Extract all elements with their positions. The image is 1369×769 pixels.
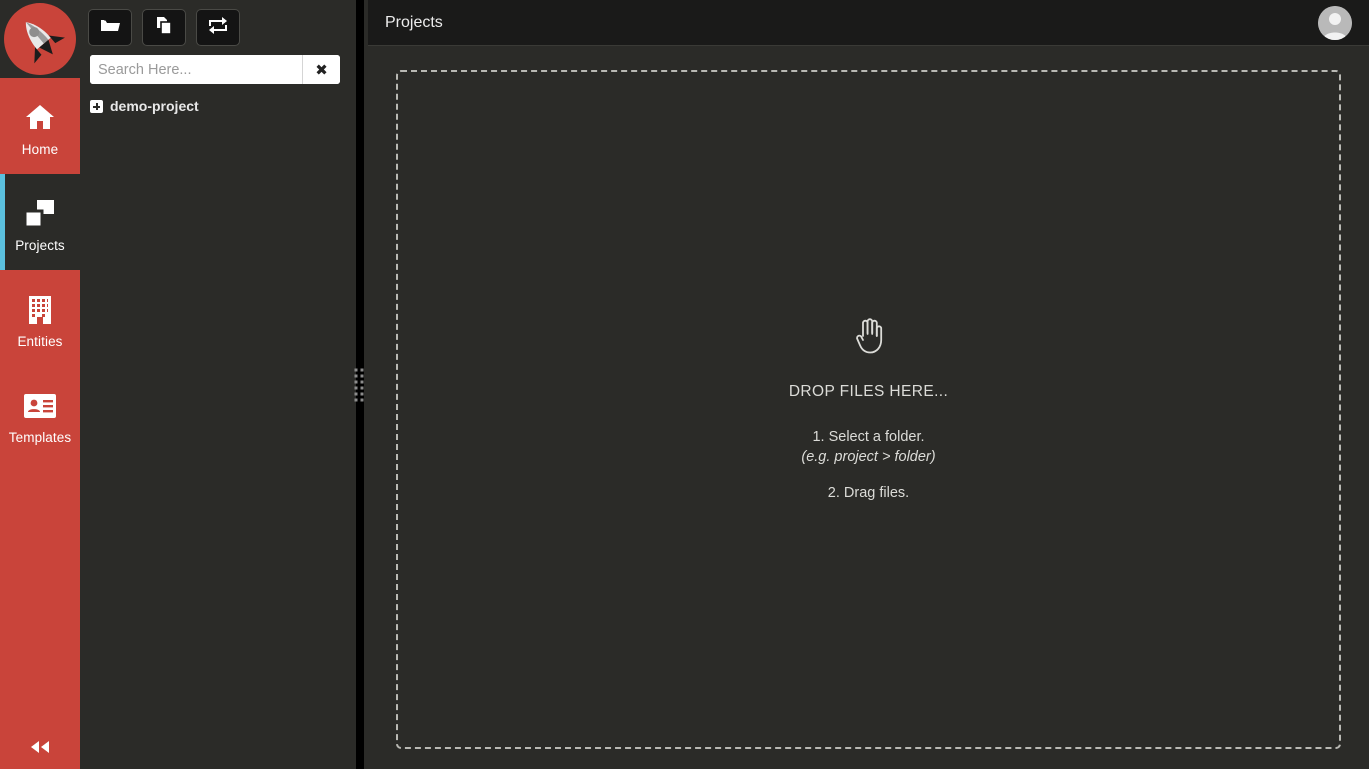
top-header-bar: Projects: [368, 0, 1369, 46]
project-tree: demo-project: [80, 84, 350, 769]
avatar[interactable]: [1318, 5, 1352, 40]
project-tree-panel: ✖ demo-project: [80, 0, 350, 769]
grip-dots-icon: [354, 368, 364, 401]
sidebar-item-label: Entities: [17, 333, 63, 349]
refresh-sync-button[interactable]: [196, 9, 240, 46]
sidebar-item-templates[interactable]: Templates: [0, 366, 80, 462]
sidebar-item-projects[interactable]: Projects: [0, 174, 80, 270]
primary-nav-rail: Home Projects Entities Templates: [0, 0, 80, 769]
sidebar-item-label: Home: [21, 141, 59, 157]
tree-item-demo-project[interactable]: demo-project: [90, 96, 350, 116]
rocket-logo-icon: [4, 3, 76, 75]
dropzone-title: DROP FILES HERE...: [788, 383, 949, 400]
sidebar-item-home[interactable]: Home: [0, 78, 80, 174]
expand-plus-icon[interactable]: [90, 99, 103, 113]
dropzone-instructions: 1. Select a folder. (e.g. project > fold…: [801, 427, 935, 503]
clear-search-button[interactable]: ✖: [302, 55, 340, 84]
dropzone-hint: (e.g. project > folder): [801, 449, 936, 465]
dropzone-step-1: 1. Select a folder.: [812, 429, 925, 445]
projects-icon: [24, 192, 56, 236]
collapse-sidebar-button[interactable]: [0, 729, 80, 769]
dropzone-step-2: 2. Drag files.: [827, 485, 910, 501]
templates-icon: [23, 384, 57, 428]
sidebar-item-entities[interactable]: Entities: [0, 270, 80, 366]
main-area: Projects DROP FILES HERE... 1. Select a …: [368, 0, 1369, 769]
app-logo[interactable]: [0, 0, 80, 78]
sync-arrows-icon: [208, 16, 228, 39]
double-chevron-left-icon: [28, 739, 52, 760]
home-icon: [25, 96, 55, 140]
page-title: Projects: [385, 13, 443, 31]
content-area: DROP FILES HERE... 1. Select a folder. (…: [368, 46, 1369, 769]
file-dropzone[interactable]: DROP FILES HERE... 1. Select a folder. (…: [396, 70, 1341, 749]
open-hand-icon: [852, 316, 886, 359]
open-folder-button[interactable]: [88, 9, 132, 46]
open-folder-icon: [100, 17, 120, 38]
copy-files-button[interactable]: [142, 9, 186, 46]
tree-toolbar: [80, 0, 350, 55]
sidebar-item-label: Templates: [8, 429, 72, 445]
sidebar-item-label: Projects: [15, 237, 65, 253]
copy-pages-icon: [155, 16, 173, 40]
entities-icon: [27, 288, 53, 332]
panel-resize-handle[interactable]: [350, 0, 368, 769]
user-avatar-icon: [1318, 5, 1352, 40]
search-bar: ✖: [90, 55, 340, 84]
search-input[interactable]: [90, 55, 302, 84]
app-root: Home Projects Entities Templates Search …: [0, 0, 1369, 769]
rail-item-list: Home Projects Entities Templates: [0, 78, 80, 729]
tree-item-label: demo-project: [110, 98, 199, 114]
